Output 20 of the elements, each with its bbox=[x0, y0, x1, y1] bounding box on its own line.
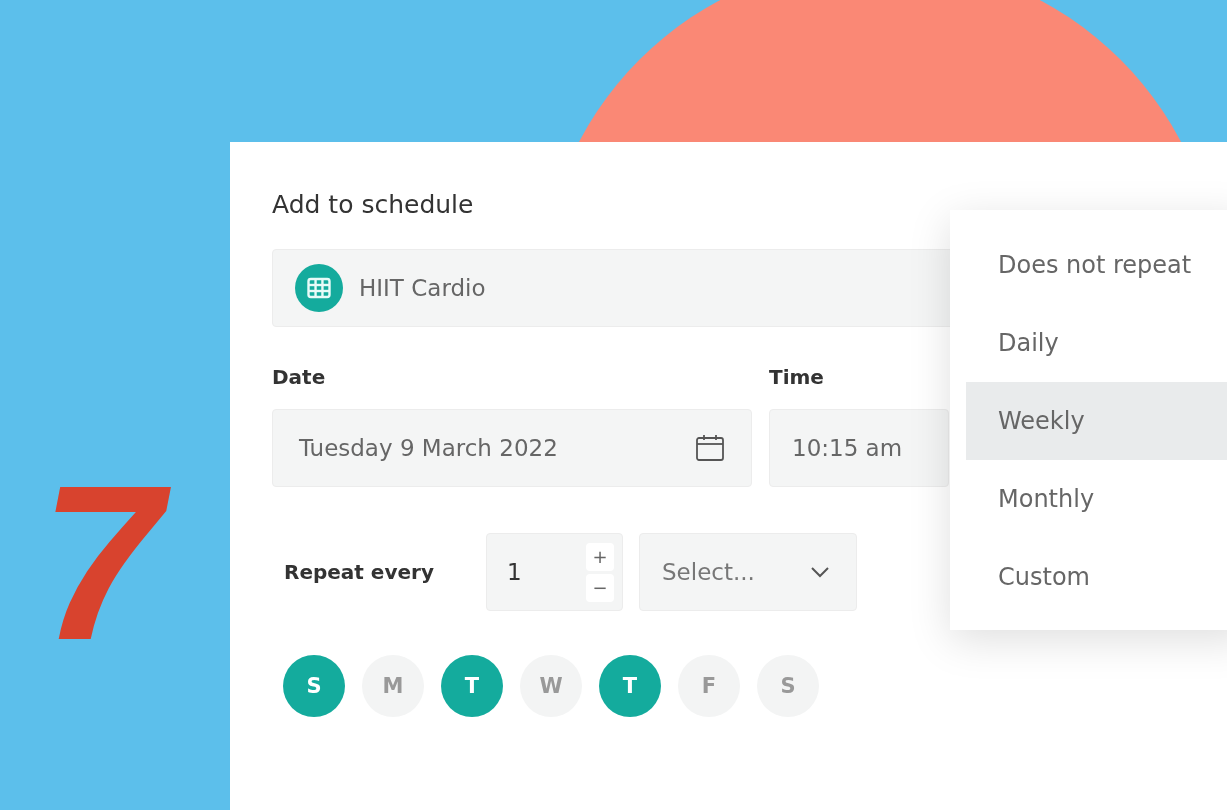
day-toggle[interactable]: S bbox=[283, 655, 345, 717]
menu-item[interactable]: Custom bbox=[966, 538, 1227, 616]
time-field[interactable]: 10:15 am bbox=[769, 409, 949, 487]
time-label: Time bbox=[769, 365, 825, 389]
number-field[interactable]: 1 + − bbox=[486, 533, 623, 611]
card-title: Add to schedule bbox=[272, 190, 475, 219]
repeat-label: Repeat every bbox=[283, 560, 435, 584]
increment-button[interactable]: + bbox=[586, 542, 614, 571]
calendar-icon bbox=[695, 434, 725, 462]
unit-dropdown[interactable]: Select... bbox=[639, 533, 857, 611]
menu-item[interactable]: Monthly bbox=[966, 460, 1227, 538]
menu-item[interactable]: Weekly bbox=[966, 382, 1227, 460]
grid-icon bbox=[295, 264, 343, 312]
decrement-button[interactable]: − bbox=[586, 573, 614, 602]
day-toggle[interactable]: T bbox=[599, 655, 661, 717]
date-field[interactable]: Tuesday 9 March 2022 bbox=[272, 409, 752, 487]
chevron-down-icon bbox=[810, 566, 830, 578]
date-label: Date bbox=[272, 365, 327, 389]
step-number: 7 bbox=[30, 437, 193, 690]
day-toggle[interactable]: T bbox=[441, 655, 503, 717]
